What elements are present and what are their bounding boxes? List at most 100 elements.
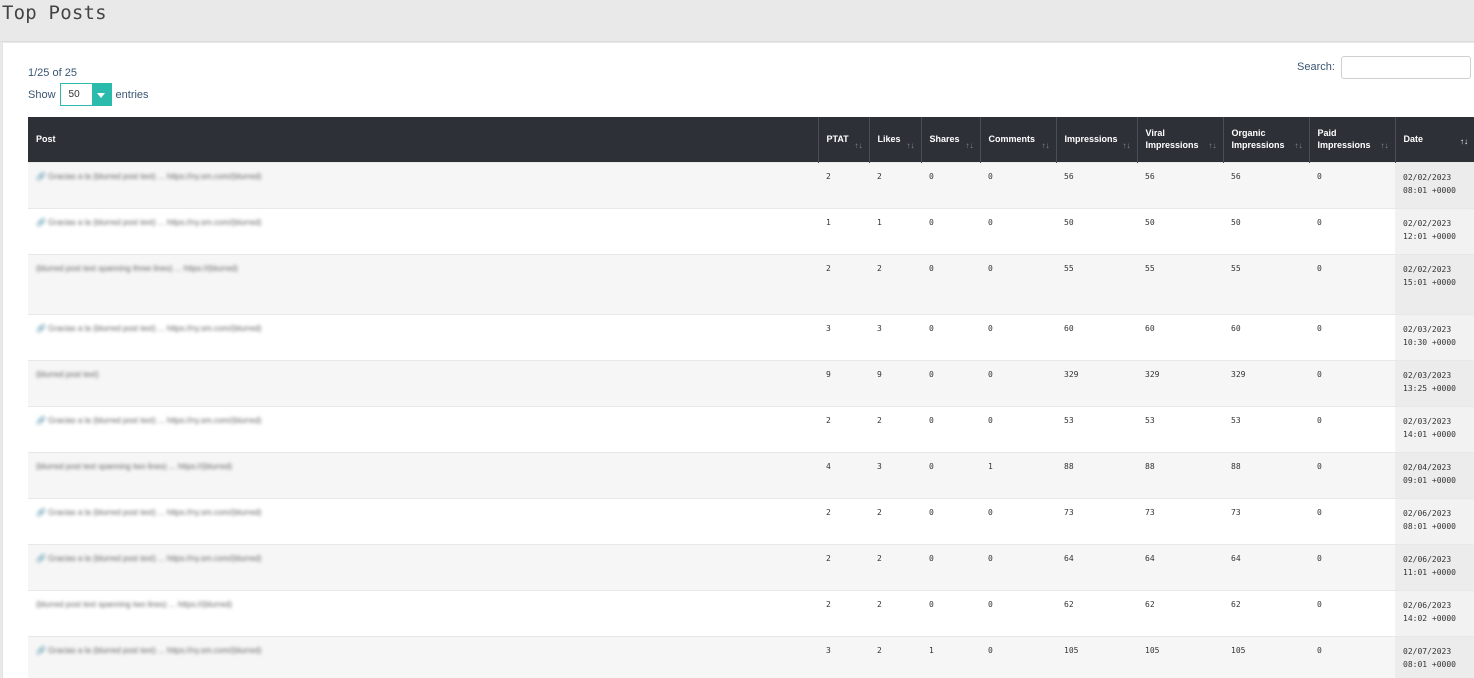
impressions-cell: 105 [1056,635,1137,678]
ptat-cell: 3 [818,313,869,360]
column-label: PTAT [826,134,849,145]
sort-icon: ↑↓ [1380,140,1389,150]
sort-icon: ↑↓ [1208,140,1217,150]
column-header-shares[interactable]: Shares ↑↓ [921,117,981,162]
shares-cell: 0 [921,313,980,360]
comments-cell: 0 [980,207,1056,254]
organic-impressions-cell: 50 [1223,207,1309,254]
table-row[interactable]: 🔗 Gracias a la (blurred post text) ... h… [28,161,1474,208]
post-text: 🔗 Gracias a la (blurred post text) ... h… [36,507,262,517]
ptat-cell: 2 [818,543,869,590]
caret-down-icon [97,93,106,98]
shares-cell: 0 [921,207,980,254]
dropdown-toggle[interactable] [91,84,111,105]
ptat-cell: 4 [818,451,869,498]
shares-cell: 0 [921,589,980,636]
column-header-date[interactable]: Date ↑↓ [1395,117,1474,162]
comments-cell: 0 [980,359,1056,406]
post-cell: 🔗 Gracias a la (blurred post text) ... h… [28,313,818,360]
table-row[interactable]: 🔗 Gracias a la (blurred post text) ... h… [28,635,1474,678]
column-header-viral-impressions[interactable]: Viral Impressions ↑↓ [1137,117,1224,162]
post-text: 🔗 Gracias a la (blurred post text) ... h… [36,645,262,655]
page-length-select[interactable]: 50 [59,83,112,106]
column-header-comments[interactable]: Comments ↑↓ [980,117,1057,162]
likes-cell: 3 [869,451,921,498]
impressions-cell: 64 [1056,543,1137,590]
paid-impressions-cell: 0 [1309,313,1395,360]
post-cell: 🔗 Gracias a la (blurred post text) ... h… [28,405,818,452]
column-header-impressions[interactable]: Impressions ↑↓ [1056,117,1138,162]
post-text: (blurred post text) [36,369,99,379]
column-header-organic-impressions[interactable]: Organic Impressions ↑↓ [1223,117,1310,162]
organic-impressions-cell: 329 [1223,359,1309,406]
table-header-row: Post PTAT ↑↓ Likes ↑↓ Shares ↑↓ Comments ↑↓ … [28,117,1474,162]
table-row[interactable]: 🔗 Gracias a la (blurred post text) ... h… [28,497,1474,544]
date-cell: 02/03/2023 10:30 +0000 [1395,313,1474,360]
search-label: Search: [1297,61,1335,73]
search-input[interactable] [1341,56,1471,79]
table-row[interactable]: 🔗 Gracias a la (blurred post text) ... h… [28,313,1474,360]
column-header-likes[interactable]: Likes ↑↓ [869,117,922,162]
page-length-value: 50 [60,84,92,105]
likes-cell: 2 [869,635,921,678]
table-info: 1/25 of 25 [28,67,77,79]
column-label: Viral Impressions [1145,128,1199,151]
likes-cell: 2 [869,253,921,314]
post-cell: (blurred post text) [28,359,818,406]
sort-icon: ↑↓ [1041,140,1050,150]
column-header-ptat[interactable]: PTAT ↑↓ [818,117,870,162]
comments-cell: 0 [980,253,1056,314]
post-cell: 🔗 Gracias a la (blurred post text) ... h… [28,635,818,678]
date-cell: 02/03/2023 14:01 +0000 [1395,405,1474,452]
post-cell: 🔗 Gracias a la (blurred post text) ... h… [28,543,818,590]
column-header-paid-impressions[interactable]: Paid Impressions ↑↓ [1309,117,1396,162]
post-text: (blurred post text spanning two lines) .… [36,461,233,471]
organic-impressions-cell: 55 [1223,253,1309,314]
date-cell: 02/02/2023 08:01 +0000 [1395,161,1474,208]
viral-impressions-cell: 55 [1137,253,1223,314]
date-cell: 02/03/2023 13:25 +0000 [1395,359,1474,406]
paid-impressions-cell: 0 [1309,405,1395,452]
post-cell: (blurred post text spanning three lines)… [28,253,818,314]
paid-impressions-cell: 0 [1309,589,1395,636]
ptat-cell: 2 [818,161,869,208]
ptat-cell: 3 [818,635,869,678]
viral-impressions-cell: 88 [1137,451,1223,498]
shares-cell: 0 [921,543,980,590]
impressions-cell: 55 [1056,253,1137,314]
viral-impressions-cell: 62 [1137,589,1223,636]
entries-label: entries [115,88,149,101]
post-text: 🔗 Gracias a la (blurred post text) ... h… [36,171,262,181]
viral-impressions-cell: 64 [1137,543,1223,590]
sort-asc-icon: ↑↓ [1460,137,1468,146]
post-cell: 🔗 Gracias a la (blurred post text) ... h… [28,207,818,254]
top-posts-panel: 1/25 of 25 Show 50 entries Search: Post … [2,43,1474,678]
page-length-control: Show 50 entries [28,83,149,106]
table-row[interactable]: 🔗 Gracias a la (blurred post text) ... h… [28,207,1474,254]
column-label: Likes [877,134,901,145]
paid-impressions-cell: 0 [1309,253,1395,314]
table-row[interactable]: 🔗 Gracias a la (blurred post text) ... h… [28,405,1474,452]
viral-impressions-cell: 73 [1137,497,1223,544]
table-row[interactable]: (blurred post text) 9 9 0 0 329 329 329 0 02/03/2… [28,359,1474,406]
sort-icon: ↑↓ [965,140,974,150]
paid-impressions-cell: 0 [1309,359,1395,406]
comments-cell: 0 [980,589,1056,636]
table-row[interactable]: (blurred post text spanning three lines)… [28,253,1474,314]
likes-cell: 2 [869,497,921,544]
table-row[interactable]: (blurred post text spanning two lines) .… [28,589,1474,636]
date-cell: 02/06/2023 08:01 +0000 [1395,497,1474,544]
column-label: Shares [929,134,960,145]
table-row[interactable]: 🔗 Gracias a la (blurred post text) ... h… [28,543,1474,590]
impressions-cell: 53 [1056,405,1137,452]
column-label: Post [36,134,56,145]
shares-cell: 0 [921,161,980,208]
paid-impressions-cell: 0 [1309,161,1395,208]
column-label: Paid Impressions [1317,128,1371,151]
column-header-post[interactable]: Post [28,117,819,162]
date-cell: 02/04/2023 09:01 +0000 [1395,451,1474,498]
organic-impressions-cell: 56 [1223,161,1309,208]
likes-cell: 2 [869,543,921,590]
impressions-cell: 60 [1056,313,1137,360]
table-row[interactable]: (blurred post text spanning two lines) .… [28,451,1474,498]
